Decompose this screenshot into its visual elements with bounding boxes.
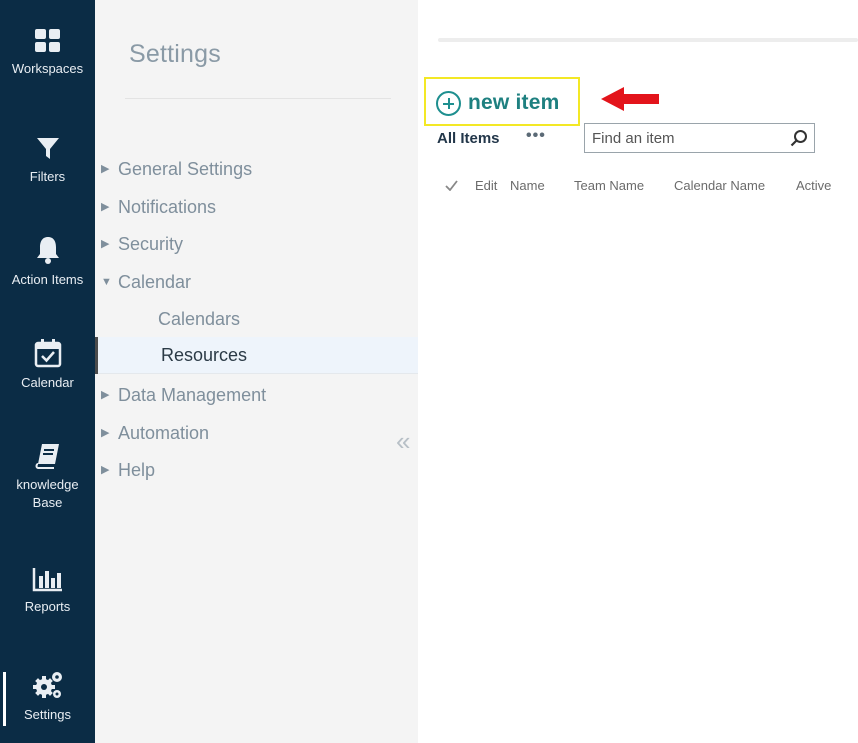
top-divider	[438, 38, 858, 42]
nav-item-label: Calendar	[118, 272, 192, 292]
rail-item-settings[interactable]: Settings	[0, 670, 95, 724]
nav-item-security[interactable]: ▶ Security	[95, 229, 418, 259]
new-item-button[interactable]: new item	[436, 88, 559, 118]
rail-label-line2: Base	[32, 495, 63, 510]
nav-item-data-management[interactable]: ▶ Data Management	[95, 380, 418, 410]
select-all-check-icon[interactable]	[445, 180, 458, 191]
nav-item-label: Help	[118, 460, 156, 480]
rail-label: Workspaces	[11, 61, 84, 76]
nav-item-label: Security	[118, 234, 184, 254]
nav-subitem-calendars[interactable]: Calendars	[158, 304, 240, 334]
red-arrow-icon	[601, 87, 659, 111]
rail-item-calendar[interactable]: Calendar	[0, 338, 95, 392]
rail-label: Filters	[29, 169, 66, 184]
column-header-active[interactable]: Active	[796, 178, 831, 193]
page-title: Settings	[129, 40, 221, 68]
plus-circle-icon	[436, 90, 461, 116]
expand-triangle-icon: ▶	[101, 163, 110, 175]
app-rail: Workspaces Filters Action Items Calendar	[0, 0, 95, 743]
settings-nav-panel: Settings ▶ General Settings ▶ Notificati…	[95, 0, 418, 743]
column-header-name[interactable]: Name	[510, 178, 545, 193]
rail-item-filters[interactable]: Filters	[0, 136, 95, 186]
rail-item-reports[interactable]: Reports	[0, 566, 95, 616]
rail-label: Calendar	[21, 375, 74, 390]
column-header-team-name[interactable]: Team Name	[574, 178, 644, 193]
expand-triangle-icon: ▶	[101, 201, 110, 213]
calendar-check-icon	[34, 339, 61, 368]
rail-label: Action Items	[11, 272, 84, 287]
column-header-calendar-name[interactable]: Calendar Name	[674, 178, 765, 193]
nav-item-automation[interactable]: ▶ Automation	[95, 418, 418, 448]
book-icon	[35, 444, 59, 469]
bell-icon	[36, 237, 59, 264]
more-options-icon[interactable]: •••	[526, 127, 546, 145]
rail-label-line1: knowledge	[16, 477, 79, 492]
nav-divider	[125, 98, 391, 99]
search-icon[interactable]	[790, 129, 808, 147]
collapse-panel-icon[interactable]: «	[396, 426, 410, 457]
main-content: new item All Items ••• Edit Name Team Na…	[418, 0, 858, 743]
view-all-items[interactable]: All Items	[437, 130, 500, 147]
gears-icon	[32, 672, 62, 698]
search-box	[584, 123, 815, 153]
grid-icon	[34, 29, 60, 52]
nav-item-label: Notifications	[118, 197, 217, 217]
search-input[interactable]	[585, 124, 785, 152]
nav-item-help[interactable]: ▶ Help	[95, 455, 418, 485]
nav-subitem-resources[interactable]: Resources	[95, 337, 418, 374]
expand-triangle-icon: ▶	[101, 389, 110, 401]
rail-item-knowledge-base[interactable]: knowledge Base	[0, 442, 95, 512]
nav-item-label: Resources	[161, 345, 248, 365]
column-header-edit[interactable]: Edit	[475, 178, 497, 193]
expand-triangle-icon: ▶	[101, 238, 110, 250]
nav-item-calendar[interactable]: ▼ Calendar	[95, 267, 418, 297]
rail-label: Settings	[24, 707, 71, 722]
bar-chart-icon	[32, 568, 62, 592]
rail-item-workspaces[interactable]: Workspaces	[0, 28, 95, 78]
nav-item-label: Automation	[118, 423, 210, 443]
rail-label: Reports	[24, 599, 71, 614]
expand-triangle-icon: ▶	[101, 427, 110, 439]
nav-item-label: General Settings	[118, 159, 253, 179]
nav-item-notifications[interactable]: ▶ Notifications	[95, 192, 418, 222]
nav-item-label: Data Management	[118, 385, 267, 405]
collapse-triangle-icon: ▼	[101, 276, 112, 288]
nav-item-general-settings[interactable]: ▶ General Settings	[95, 154, 418, 184]
funnel-icon	[36, 138, 59, 159]
new-item-label: new item	[468, 91, 560, 114]
rail-item-action-items[interactable]: Action Items	[0, 235, 95, 289]
selected-indicator	[95, 337, 98, 374]
expand-triangle-icon: ▶	[101, 464, 110, 476]
